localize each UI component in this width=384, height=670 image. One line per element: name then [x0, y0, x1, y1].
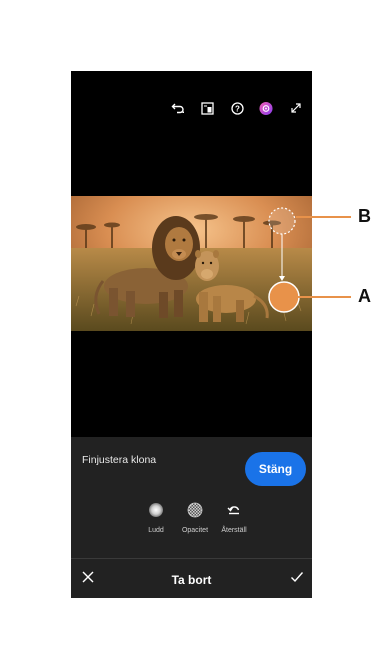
callout-a-label: A — [358, 286, 371, 306]
callout-b-label: B — [358, 206, 371, 226]
callout-lines — [296, 216, 351, 298]
